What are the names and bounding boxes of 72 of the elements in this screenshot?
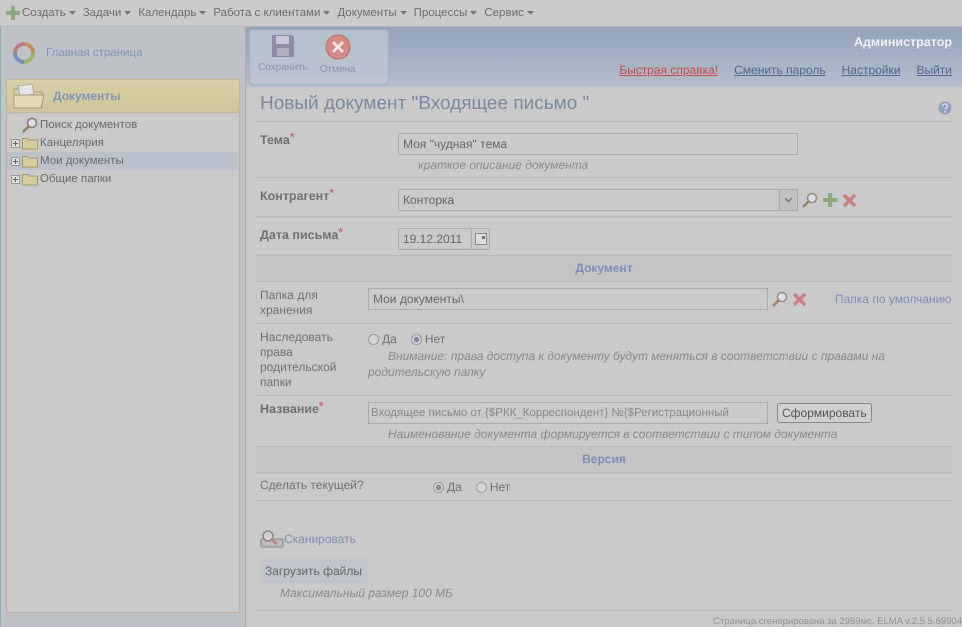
tree-item[interactable]: Канцелярия xyxy=(7,134,239,152)
scan-link[interactable]: Сканировать xyxy=(284,532,356,546)
caret-icon xyxy=(199,11,206,15)
header-link[interactable]: Сменить пароль xyxy=(734,63,826,77)
caret-icon xyxy=(526,11,534,15)
folder-icon xyxy=(13,83,45,109)
page-title: Новый документ "Входящее письмо " xyxy=(260,93,590,115)
expand-icon[interactable] xyxy=(11,174,20,184)
expand-icon[interactable] xyxy=(11,156,20,166)
footer-text: Страница сгенерирована за 2959мс. ELMA v.2.5.5.69904 xyxy=(713,616,962,627)
folder-path-field[interactable]: Мои документы\ xyxy=(368,288,768,310)
field-hint: Наименование документа формируется в соответствии с типом документа xyxy=(387,427,838,441)
radio-button[interactable] xyxy=(476,482,487,492)
section-title: Версия xyxy=(256,447,952,473)
field-hint: Внимание: права доступа к документу будут меняться в соответствии с правами на родительскую папку xyxy=(368,348,886,380)
radio-option[interactable]: Да xyxy=(368,332,397,346)
caret-icon xyxy=(323,11,330,15)
upload-button[interactable]: Загрузить файлы xyxy=(260,559,368,583)
field-label: Сделать текущей? xyxy=(260,478,365,494)
header-link[interactable]: Выйти xyxy=(916,63,952,77)
field-label: Наследовать права родительской папки xyxy=(260,330,338,390)
tree-item[interactable]: Общие папки xyxy=(7,170,239,188)
caret-icon xyxy=(470,11,478,15)
calendar-icon xyxy=(474,233,486,245)
radio-option[interactable]: Да xyxy=(433,480,462,494)
header-link[interactable]: Настройки xyxy=(842,63,900,77)
caret-icon xyxy=(124,11,132,15)
scanner-icon xyxy=(260,529,284,549)
caret-icon xyxy=(68,11,76,15)
menu-item[interactable]: Сервис xyxy=(484,7,534,19)
tree-item[interactable]: Поиск документов xyxy=(7,116,239,134)
user-name: Администратор xyxy=(854,35,952,49)
name-field[interactable]: Входящее письмо от {$РКК_Корреспондент} №{$Регистрационный xyxy=(368,402,768,424)
delete-icon[interactable] xyxy=(792,292,807,306)
caret-icon xyxy=(400,11,407,15)
chevron-icon xyxy=(784,197,793,203)
radio-button[interactable] xyxy=(410,334,422,344)
field-hint: краткое описание документа xyxy=(417,158,590,172)
expand-icon[interactable] xyxy=(11,138,20,148)
menu-item[interactable]: Задачи xyxy=(82,7,132,19)
radio-option[interactable]: Нет xyxy=(410,332,446,346)
menu-item[interactable]: Календарь xyxy=(138,7,206,19)
menu-item[interactable]: Создать xyxy=(6,6,76,20)
field-label: Папка для хранения xyxy=(260,288,319,318)
close-icon xyxy=(324,34,351,60)
subject-field[interactable]: Моя "чудная" тема xyxy=(398,133,798,155)
tree-item[interactable]: Мои документы xyxy=(7,152,239,170)
contractor-dropdown[interactable]: Конторка xyxy=(398,189,798,211)
radio-option[interactable]: Нет xyxy=(476,480,510,494)
delete-icon[interactable] xyxy=(842,192,857,208)
search-icon xyxy=(22,117,38,133)
default-folder-link[interactable]: Папка по умолчанию xyxy=(835,292,952,306)
generate-button[interactable]: Сформировать xyxy=(777,403,872,423)
menu-item[interactable]: Процессы xyxy=(414,7,478,19)
upload-hint: Максимальный размер 100 МБ xyxy=(279,586,453,600)
menu-item[interactable]: Документы xyxy=(337,7,407,19)
home-link[interactable]: Главная страница xyxy=(46,47,143,59)
header-link[interactable]: Быстрая справка! xyxy=(619,63,718,77)
radio-button[interactable] xyxy=(368,334,379,344)
folder-icon xyxy=(22,154,38,168)
menu-item[interactable]: Работа с клиентами xyxy=(213,7,330,19)
plus-icon xyxy=(6,6,20,20)
section-header[interactable]: Документы xyxy=(6,79,240,113)
folder-icon xyxy=(22,136,38,150)
search-icon[interactable] xyxy=(772,291,788,307)
help-icon[interactable] xyxy=(938,101,952,115)
section-title: Документ xyxy=(256,256,952,282)
folder-icon xyxy=(22,172,38,186)
date-field[interactable]: 19.12.2011 xyxy=(398,228,490,250)
radio-button[interactable] xyxy=(433,482,444,492)
search-icon[interactable] xyxy=(802,192,818,208)
plus-icon[interactable] xyxy=(822,192,838,208)
